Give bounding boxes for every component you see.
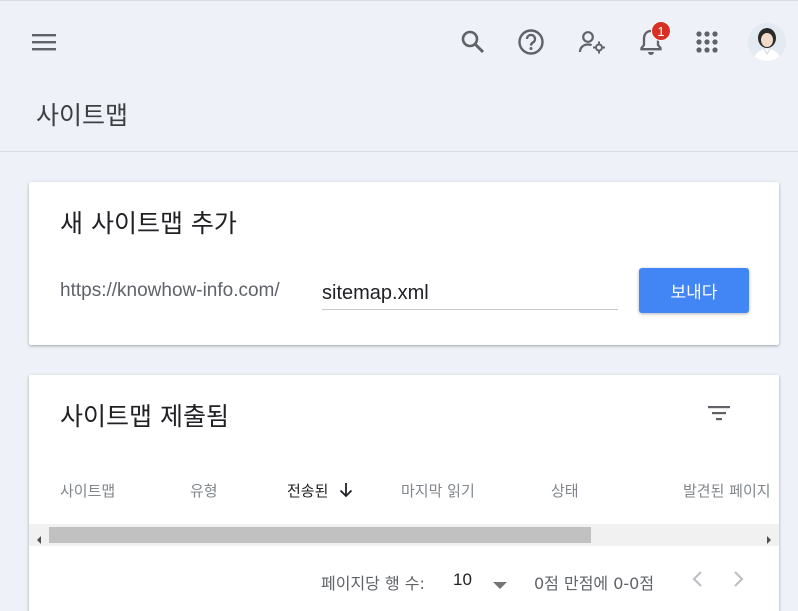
- submitted-sitemaps-title: 사이트맵 제출됨: [60, 402, 229, 431]
- search-icon[interactable]: [455, 24, 491, 60]
- column-header-status[interactable]: 상태: [551, 480, 579, 501]
- submit-button[interactable]: 보내다: [639, 268, 749, 313]
- scroll-left-icon[interactable]: [35, 530, 43, 549]
- scrollbar-thumb[interactable]: [49, 527, 591, 543]
- column-header-type[interactable]: 유형: [190, 480, 218, 501]
- caret-down-icon[interactable]: [493, 575, 507, 594]
- submitted-sitemaps-card: 사이트맵 제출됨 사이트맵 유형 전송된 마지막 읽기 상태 발견된 페이지 페…: [29, 375, 779, 611]
- page-title: 사이트맵: [36, 101, 129, 130]
- column-header-last-read[interactable]: 마지막 읽기: [401, 480, 475, 501]
- help-icon[interactable]: [513, 24, 549, 60]
- chevron-right-icon[interactable]: [726, 567, 750, 591]
- header-divider: [0, 151, 798, 152]
- column-header-submitted-label: 전송된: [287, 482, 329, 500]
- manage-accounts-icon[interactable]: [574, 24, 610, 60]
- avatar[interactable]: [748, 23, 786, 61]
- apps-icon[interactable]: [689, 24, 725, 60]
- notification-badge: 1: [651, 21, 671, 41]
- horizontal-scrollbar[interactable]: [29, 524, 779, 546]
- column-header-submitted[interactable]: 전송된: [287, 480, 353, 502]
- column-header-discovered-pages[interactable]: 발견된 페이지: [683, 480, 771, 501]
- top-bar: 1: [0, 0, 798, 82]
- pagination-range: 0점 만점에 0-0점: [534, 574, 655, 593]
- column-header-sitemap[interactable]: 사이트맵: [60, 480, 115, 501]
- sitemap-url-input[interactable]: [322, 278, 618, 310]
- chevron-left-icon[interactable]: [686, 567, 710, 591]
- menu-icon[interactable]: [26, 24, 62, 60]
- scroll-right-icon[interactable]: [765, 530, 773, 549]
- filter-icon[interactable]: [701, 395, 737, 431]
- rows-per-page-select[interactable]: 10: [453, 570, 472, 590]
- rows-per-page-label: 페이지당 행 수:: [321, 574, 425, 593]
- add-sitemap-card: 새 사이트맵 추가 https://knowhow-info.com/ 보내다: [29, 182, 779, 345]
- arrow-down-icon: [339, 482, 353, 502]
- url-prefix: https://knowhow-info.com/: [60, 280, 280, 301]
- add-sitemap-title: 새 사이트맵 추가: [60, 209, 237, 238]
